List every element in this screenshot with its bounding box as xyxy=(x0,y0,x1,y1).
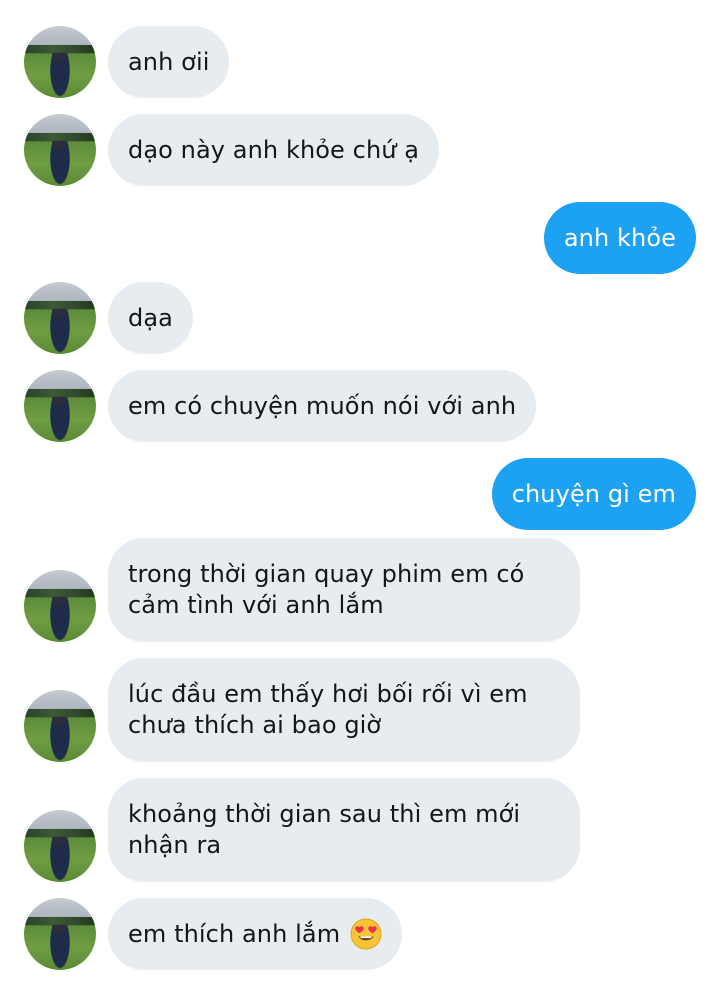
message-bubble[interactable]: anh khỏe xyxy=(543,202,696,274)
avatar[interactable] xyxy=(24,810,96,882)
message-text: dạa xyxy=(128,303,173,332)
avatar[interactable] xyxy=(24,26,96,98)
message-row-incoming: anh ơii xyxy=(0,26,720,98)
message-text: khoảng thời gian sau thì em mới nhận ra xyxy=(128,800,521,859)
message-text: anh ơii xyxy=(128,47,210,76)
message-row-incoming: em thích anh lắm xyxy=(0,898,720,970)
message-row-incoming: dạa xyxy=(0,282,720,354)
message-row-incoming: dạo này anh khỏe chứ ạ xyxy=(0,114,720,186)
avatar[interactable] xyxy=(24,282,96,354)
message-row-incoming: khoảng thời gian sau thì em mới nhận ra xyxy=(0,778,720,882)
avatar[interactable] xyxy=(24,114,96,186)
avatar[interactable] xyxy=(24,898,96,970)
message-bubble[interactable]: lúc đầu em thấy hơi bối rối vì em chưa t… xyxy=(108,658,580,762)
message-row-outgoing: chuyện gì em xyxy=(0,458,720,530)
message-text: trong thời gian quay phim em có cảm tình… xyxy=(128,560,525,619)
avatar[interactable] xyxy=(24,570,96,642)
message-bubble[interactable]: trong thời gian quay phim em có cảm tình… xyxy=(108,538,580,642)
avatar[interactable] xyxy=(24,690,96,762)
message-row-incoming: trong thời gian quay phim em có cảm tình… xyxy=(0,538,720,642)
message-bubble[interactable]: dạo này anh khỏe chứ ạ xyxy=(108,114,440,186)
message-text: em có chuyện muốn nói với anh xyxy=(128,391,517,420)
message-bubble[interactable]: chuyện gì em xyxy=(491,458,696,530)
message-bubble[interactable]: dạa xyxy=(108,282,193,354)
heart-eyes-emoji-icon xyxy=(350,918,382,950)
message-text: em thích anh lắm xyxy=(128,919,341,948)
message-row-incoming: em có chuyện muốn nói với anh xyxy=(0,370,720,442)
message-text: lúc đầu em thấy hơi bối rối vì em chưa t… xyxy=(128,680,528,739)
message-bubble[interactable]: em có chuyện muốn nói với anh xyxy=(108,370,537,442)
message-bubble[interactable]: khoảng thời gian sau thì em mới nhận ra xyxy=(108,778,580,882)
message-text: anh khỏe xyxy=(563,223,676,252)
message-bubble[interactable]: em thích anh lắm xyxy=(108,898,403,970)
message-text: chuyện gì em xyxy=(511,479,676,508)
message-text: dạo này anh khỏe chứ ạ xyxy=(128,135,420,164)
message-row-incoming: lúc đầu em thấy hơi bối rối vì em chưa t… xyxy=(0,658,720,762)
message-bubble[interactable]: anh ơii xyxy=(108,26,230,98)
avatar[interactable] xyxy=(24,370,96,442)
message-row-outgoing: anh khỏe xyxy=(0,202,720,274)
